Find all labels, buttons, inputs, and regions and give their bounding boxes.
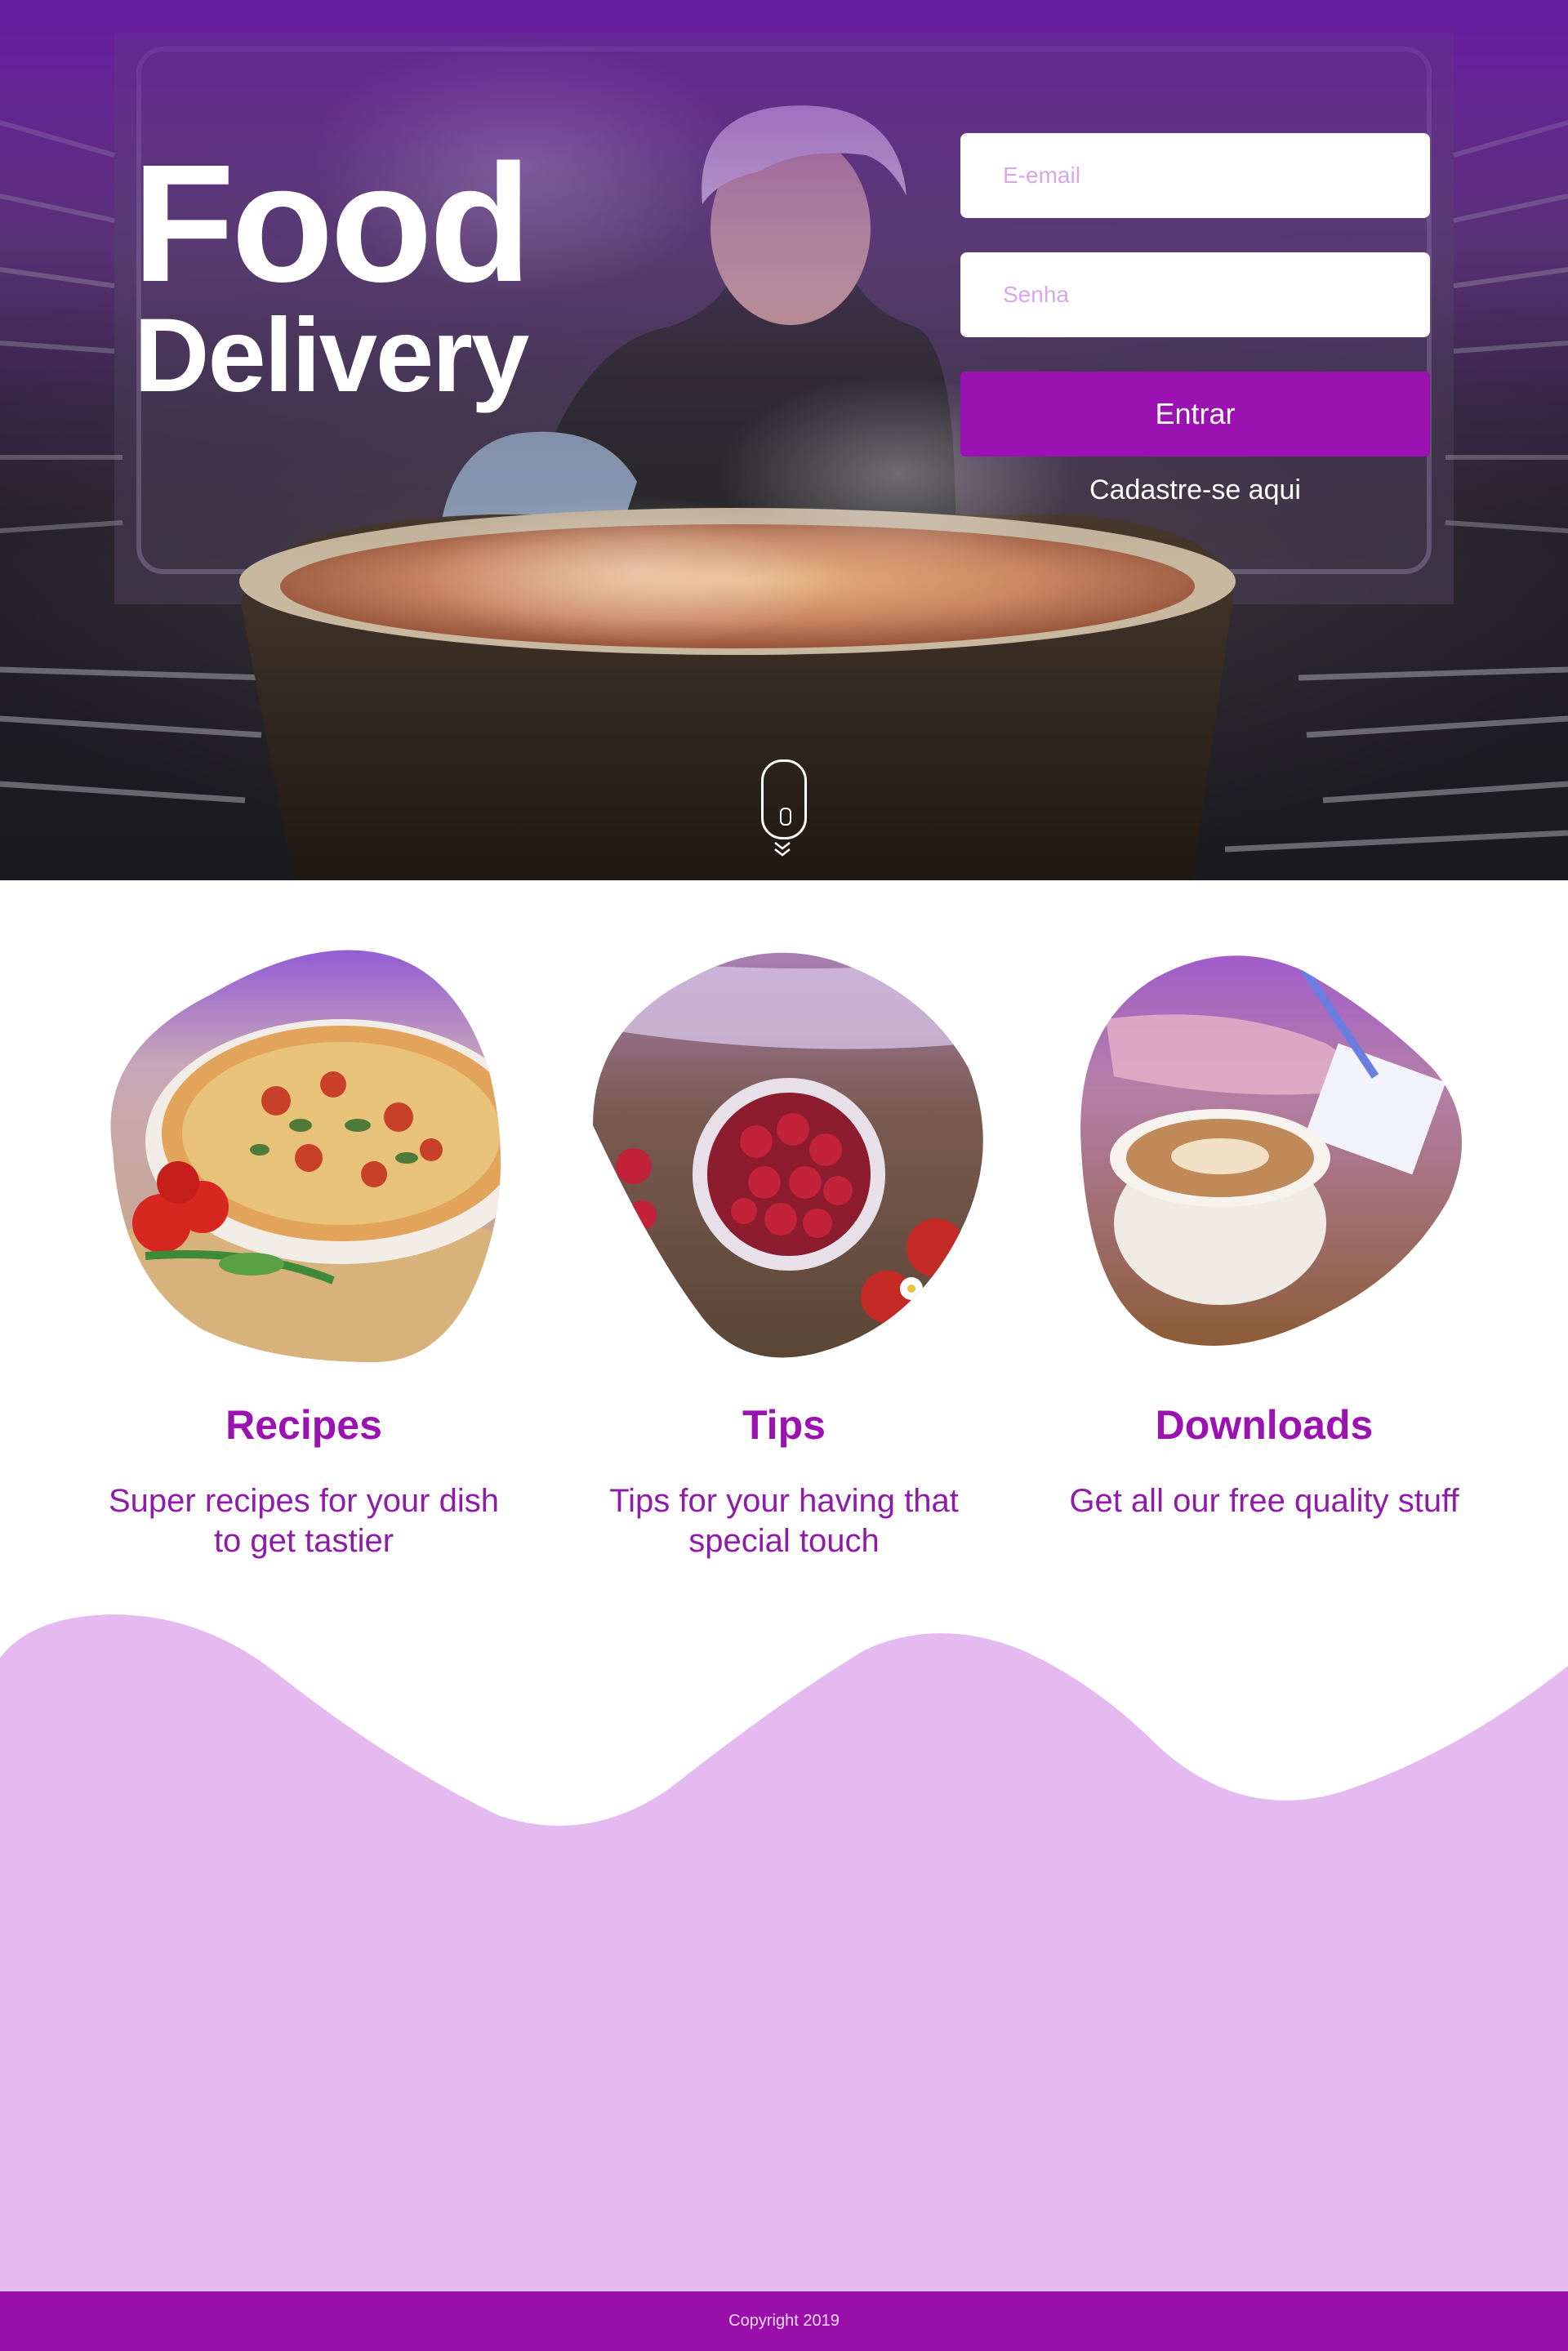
footer: Copyright 2019: [0, 2291, 1568, 2351]
feature-desc-recipes: Super recipes for your dish to get tasti…: [108, 1483, 499, 1559]
login-button[interactable]: Entrar: [960, 372, 1430, 456]
chevron-down-icon: [774, 848, 791, 857]
pizza-image: [110, 950, 501, 1362]
feature-desc-downloads: Get all our free quality stuff: [1069, 1483, 1459, 1519]
hero-title-delivery: Delivery: [134, 297, 529, 415]
hero-section: Food Delivery Entrar Cadastre-se aqui: [0, 0, 1568, 880]
mouse-scroll-icon: [761, 759, 807, 839]
hero-title-food: Food: [132, 130, 532, 318]
feature-desc-tips: Tips for your having that special touch: [609, 1483, 959, 1559]
mouse-wheel-icon: [780, 808, 791, 826]
login-form: Entrar Cadastre-se aqui: [960, 133, 1430, 506]
scroll-down-indicator[interactable]: [761, 759, 807, 859]
password-field[interactable]: [960, 252, 1430, 337]
signup-link[interactable]: Cadastre-se aqui: [960, 474, 1430, 506]
raspberries-image: [593, 952, 983, 1358]
decorative-wave: [0, 1614, 1568, 2295]
email-field[interactable]: [960, 133, 1430, 218]
hero-title: Food Delivery: [132, 130, 532, 415]
copyright-text: Copyright 2019: [728, 2312, 840, 2330]
feature-title-downloads: Downloads: [1155, 1402, 1374, 1448]
feature-title-recipes: Recipes: [225, 1402, 382, 1448]
features-section: Recipes Super recipes for your dish to g…: [0, 880, 1568, 1615]
feature-title-tips: Tips: [742, 1402, 826, 1448]
coffee-image: [1080, 955, 1462, 1346]
